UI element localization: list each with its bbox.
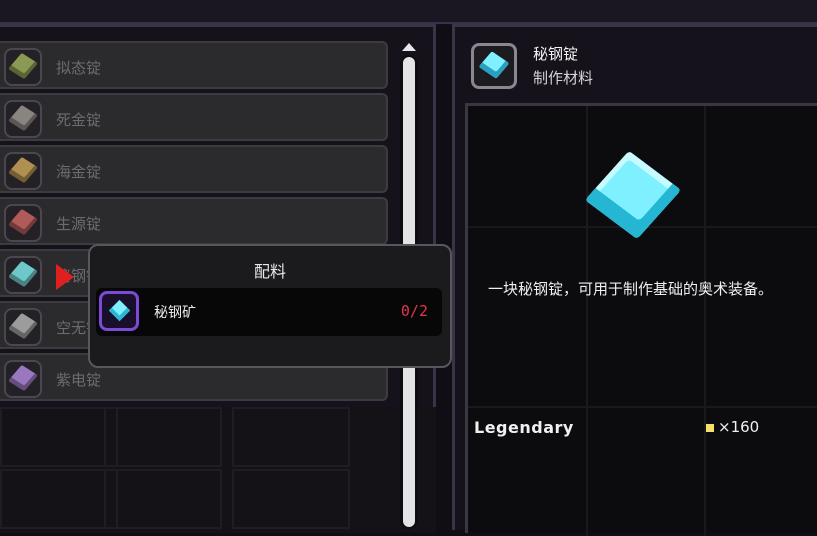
tooltip-title: 配料 [253, 262, 286, 281]
item-type: 制作材料 [533, 69, 594, 87]
item-name: 秘钢锭 [533, 45, 579, 63]
ore-gem-icon [99, 291, 139, 331]
list-item-label: 拟态锭 [56, 59, 102, 77]
ingot-icon [4, 152, 42, 190]
item-description: 一块秘钢锭，可用于制作基础的奥术装备。 [488, 280, 774, 298]
rarity-label: Legendary [474, 418, 574, 437]
ingredient-row: 秘钢矿 0/2 [96, 288, 442, 336]
item-detail-panel: 秘钢锭 制作材料 一块秘钢锭，可用于制作基础的奥术装备。 Legendary ×… [452, 24, 817, 536]
ingot-icon [4, 48, 42, 86]
list-item[interactable]: 生源锭 [0, 197, 388, 245]
ingot-icon [4, 100, 42, 138]
item-preview: 一块秘钢锭，可用于制作基础的奥术装备。 Legendary ×160 [465, 103, 817, 536]
item-price: ×160 [718, 418, 760, 436]
scroll-up-arrow-icon[interactable] [402, 43, 416, 51]
list-item[interactable]: 死金锭 [0, 93, 388, 141]
ingredient-count: 0/2 [400, 302, 428, 320]
list-item-label: 紫电锭 [56, 371, 102, 389]
ingot-icon [4, 256, 42, 294]
coin-icon [706, 424, 714, 432]
list-item-label: 海金锭 [56, 163, 102, 181]
list-item-label: 生源锭 [56, 215, 102, 233]
list-item-label: 死金锭 [56, 111, 102, 129]
ingot-icon [4, 360, 42, 398]
list-item[interactable]: 海金锭 [0, 145, 388, 193]
list-item[interactable]: 拟态锭 [0, 41, 388, 89]
panel-background [0, 407, 436, 533]
ingot-icon [4, 308, 42, 346]
ingredient-name: 秘钢矿 [154, 305, 196, 321]
pointer-cursor-icon [56, 264, 74, 290]
arcanite-ingot-icon [471, 43, 517, 89]
top-bar [0, 0, 817, 24]
ingot-icon [4, 204, 42, 242]
ingredients-tooltip: 配料 秘钢矿 0/2 [88, 244, 452, 368]
